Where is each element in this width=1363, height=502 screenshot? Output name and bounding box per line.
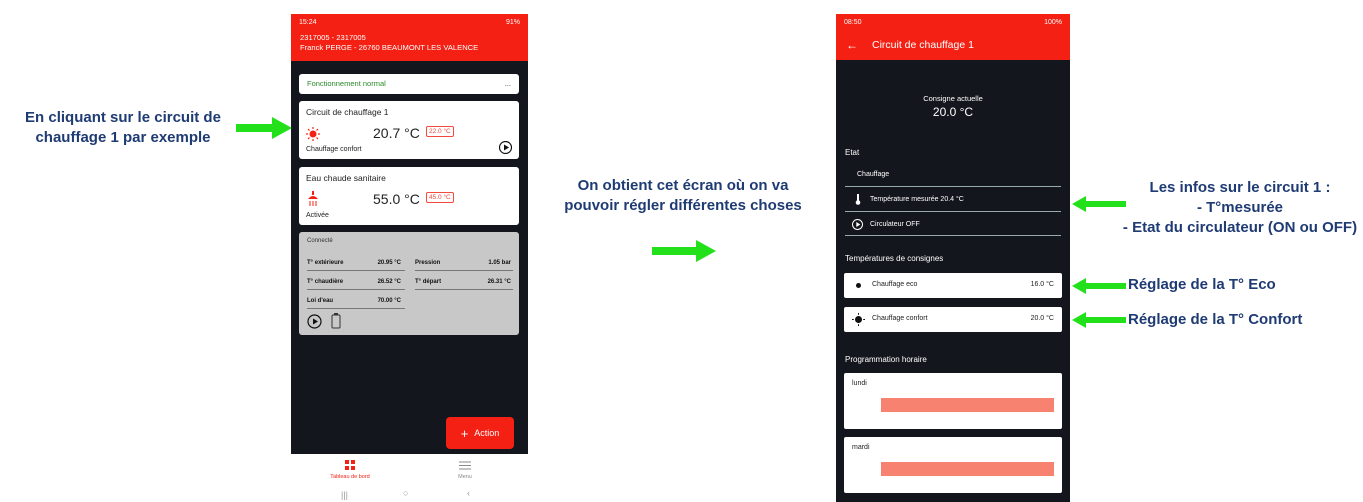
connection-title: Connecté	[307, 238, 333, 244]
hot-water-setpoint: 45.0 °C	[426, 192, 454, 203]
back-arrow-icon[interactable]: ←	[846, 38, 858, 52]
hot-water-temperature: 55.0 °C	[373, 191, 420, 207]
kv-key: Loi d'eau	[307, 298, 334, 304]
kv-key: T° départ	[415, 279, 442, 285]
eco-setting-card[interactable]: Chauffage eco 16.0 °C	[844, 273, 1062, 298]
phone-screen-circuit-detail: 08:50 100% ← Circuit de chauffage 1 Cons…	[836, 14, 1070, 502]
annotation-middle: On obtient cet écran où on va pouvoir ré…	[564, 177, 802, 214]
dashboard-icon[interactable]	[345, 460, 355, 470]
recent-apps-icon[interactable]: |||	[341, 490, 348, 500]
status-battery: 91%	[505, 18, 520, 26]
sun-icon	[852, 313, 865, 326]
hot-water-card[interactable]: Eau chaude sanitaire 55.0 °C 45.0 °C Act…	[299, 167, 519, 225]
action-button[interactable]: + Action	[446, 417, 514, 449]
site-owner: Franck PERGE - 26760 BEAUMONT LES VALENC…	[300, 43, 479, 52]
action-label: Action	[474, 428, 500, 438]
status-bar: 15:24 91%	[291, 14, 528, 30]
home-icon[interactable]: ○	[403, 488, 408, 498]
annotation-confort: Réglage de la T° Confort	[1128, 311, 1303, 328]
circuit-title: Circuit de chauffage 1	[306, 107, 389, 117]
schedule-day-card[interactable]: lundi	[844, 373, 1062, 429]
green-arrow-right-icon	[236, 117, 292, 139]
connection-card: Connecté T° extérieure 20.95 °C Pression…	[299, 232, 519, 335]
green-arrow-left-icon	[1072, 312, 1126, 328]
more-icon[interactable]: ...	[505, 79, 511, 88]
etat-title: Etat	[845, 148, 860, 157]
nav-dashboard[interactable]: Tableau de bord	[320, 474, 380, 480]
consigne-label: Consigne actuelle	[923, 94, 983, 103]
boiler-icon	[331, 313, 341, 329]
shower-icon	[308, 191, 318, 206]
menu-icon[interactable]	[459, 461, 471, 470]
annotation-eco: Réglage de la T° Eco	[1128, 276, 1276, 293]
plus-icon: +	[460, 425, 469, 441]
schedule-bar	[881, 398, 1054, 412]
status-text: Fonctionnement normal	[307, 79, 386, 88]
prog-title: Programmation horaire	[845, 355, 927, 364]
eco-value: 16.0 °C	[1030, 281, 1054, 288]
circuit-mode: Chauffage confort	[306, 146, 362, 153]
etat-item: Circulateur OFF	[870, 221, 920, 228]
hot-water-state: Activée	[306, 212, 329, 219]
annotation-infos: Les infos sur le circuit 1 : - T°mesurée…	[1120, 178, 1360, 238]
kv-key: T° extérieure	[307, 260, 344, 266]
sun-icon	[306, 127, 320, 141]
status-battery: 100%	[1044, 18, 1062, 26]
play-icon[interactable]	[852, 219, 863, 230]
status-time: 15:24	[299, 18, 317, 26]
status-card[interactable]: Fonctionnement normal ...	[299, 74, 519, 94]
day-label: mardi	[852, 444, 870, 451]
app-bar: ← Circuit de chauffage 1	[836, 30, 1070, 60]
kv-value: 1.05 bar	[488, 260, 511, 266]
moon-dot-icon	[856, 283, 861, 288]
status-time: 08:50	[844, 18, 862, 26]
infos-title: Les infos sur le circuit 1 :	[1149, 179, 1331, 196]
play-icon[interactable]	[307, 314, 322, 329]
back-icon[interactable]: ‹	[467, 488, 470, 498]
heating-circuit-card[interactable]: Circuit de chauffage 1 20.7 °C 22.0 °C C…	[299, 101, 519, 159]
kv-value: 26.31 °C	[487, 279, 511, 285]
screen-title: Circuit de chauffage 1	[872, 39, 974, 51]
green-arrow-left-icon	[1072, 278, 1126, 294]
site-id: 2317005 - 2317005	[300, 33, 366, 42]
bottom-nav: Tableau de bord Menu ||| ○ ‹	[291, 454, 528, 502]
hot-water-title: Eau chaude sanitaire	[306, 173, 386, 183]
etat-item: Chauffage	[857, 171, 890, 178]
kv-value: 20.95 °C	[377, 260, 401, 266]
thermometer-icon	[855, 194, 861, 205]
temps-title: Températures de consignes	[845, 254, 944, 263]
kv-value: 70.00 °C	[377, 298, 401, 304]
eco-label: Chauffage eco	[872, 281, 918, 288]
confort-label: Chauffage confort	[872, 315, 928, 322]
schedule-day-card[interactable]: mardi	[844, 437, 1062, 493]
nav-menu[interactable]: Menu	[435, 474, 495, 480]
annotation-click-circuit: En cliquant sur le circuit de chauffage …	[25, 109, 221, 146]
status-bar: 08:50 100%	[836, 14, 1070, 30]
infos-line1: - T°mesurée	[1196, 199, 1284, 216]
infos-line2: - Etat du circulateur (ON ou OFF)	[1122, 219, 1358, 236]
kv-key: T° chaudière	[307, 279, 344, 285]
etat-item: Température mesurée 20.4 °C	[870, 196, 964, 203]
green-arrow-right-icon	[652, 240, 716, 262]
day-label: lundi	[852, 380, 867, 387]
phone-screen-dashboard: 15:24 91% 2317005 - 2317005 Franck PERGE…	[291, 14, 528, 502]
circuit-temperature: 20.7 °C	[373, 125, 420, 141]
kv-key: Pression	[415, 260, 441, 266]
confort-value: 20.0 °C	[1030, 315, 1054, 322]
site-header: 2317005 - 2317005 Franck PERGE - 26760 B…	[291, 30, 528, 61]
green-arrow-left-icon	[1072, 196, 1126, 212]
consigne-value: 20.0 °C	[932, 105, 974, 119]
play-icon[interactable]	[499, 141, 512, 154]
confort-setting-card[interactable]: Chauffage confort 20.0 °C	[844, 307, 1062, 332]
circuit-setpoint: 22.0 °C	[426, 126, 454, 137]
kv-value: 26.52 °C	[377, 279, 401, 285]
schedule-bar	[881, 462, 1054, 476]
